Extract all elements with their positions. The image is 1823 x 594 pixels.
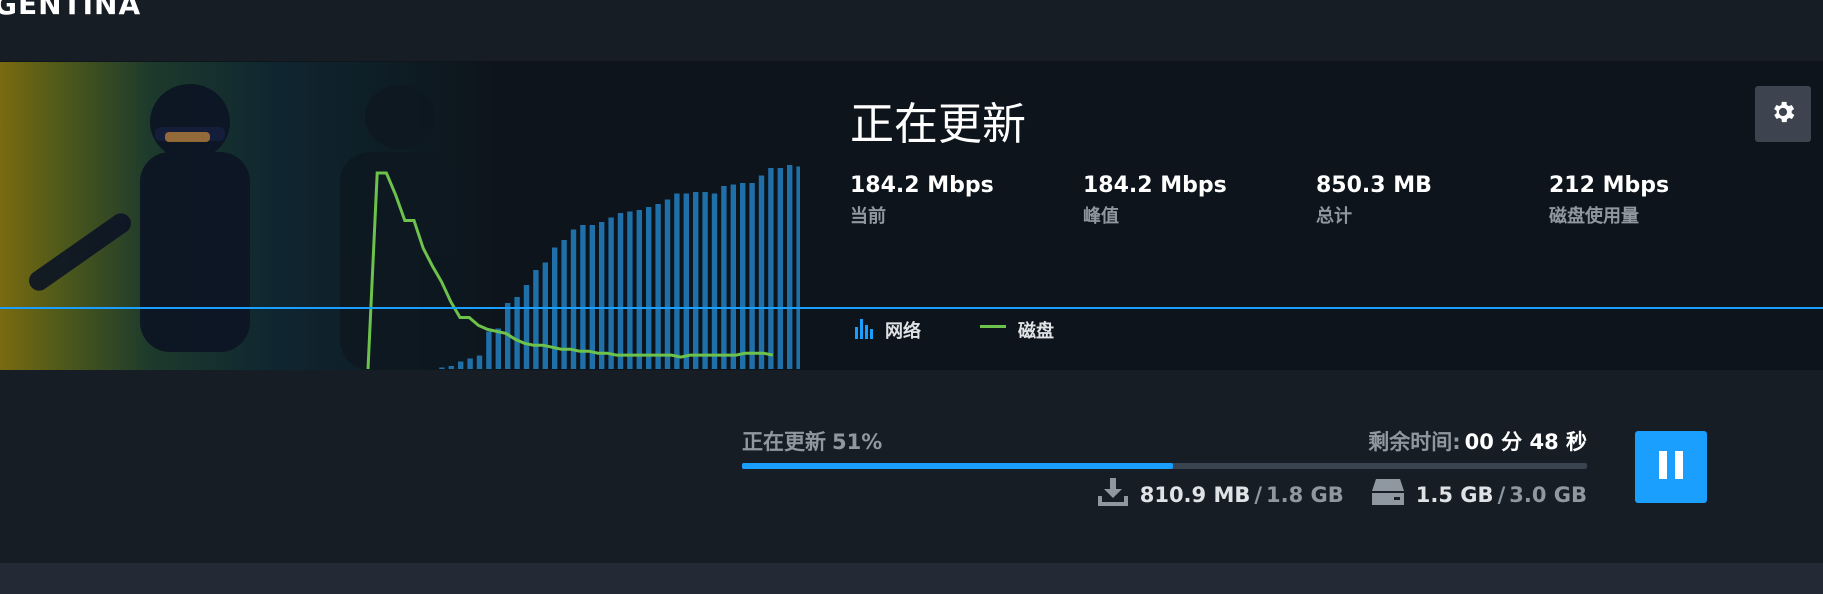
network-bar xyxy=(617,213,624,369)
disk-icon xyxy=(1371,479,1404,510)
settings-button[interactable] xyxy=(1755,86,1811,142)
network-bar xyxy=(655,204,661,369)
stat-peak: 184.2 Mbps 峰值 xyxy=(1083,173,1303,228)
top-bar: GENTINA xyxy=(0,0,1823,62)
stat-total-label: 总计 xyxy=(1316,206,1352,227)
disk-total: 3.0 GB xyxy=(1509,482,1587,507)
status-title: 正在更新 xyxy=(850,99,1026,150)
download-icon xyxy=(1097,478,1128,511)
network-bar xyxy=(608,217,614,369)
time-remaining: 剩余时间: 00 分 48 秒 xyxy=(1368,426,1587,456)
network-bar xyxy=(768,168,774,369)
network-bar xyxy=(758,175,765,369)
legend-network-label: 网络 xyxy=(885,320,921,342)
network-bar xyxy=(589,225,595,369)
gear-icon xyxy=(1769,98,1797,130)
stat-total-value: 850.3 MB xyxy=(1316,173,1432,198)
download-total: 1.8 GB xyxy=(1266,482,1344,507)
network-bar xyxy=(599,222,605,369)
network-bar xyxy=(787,165,793,369)
progress-label: 正在更新 51% xyxy=(742,426,882,456)
network-bar xyxy=(702,192,708,369)
network-bar xyxy=(646,207,652,369)
footer-bar xyxy=(0,563,1823,594)
network-bar xyxy=(664,199,671,369)
network-bar xyxy=(467,358,473,369)
network-bar xyxy=(495,328,501,369)
size-info: 810.9 MB / 1.8 GB 1.5 GB / 3.0 GB xyxy=(1097,478,1587,511)
download-graph xyxy=(366,165,800,370)
stat-disk-usage-label: 磁盘使用量 xyxy=(1549,206,1639,227)
network-bar xyxy=(476,355,483,369)
network-bar xyxy=(439,367,445,369)
progress-status: 正在更新 xyxy=(742,430,826,454)
network-bar xyxy=(683,193,689,369)
disk-line-icon xyxy=(980,315,1006,344)
network-bar xyxy=(777,168,783,369)
progress-bar xyxy=(742,463,1587,469)
stat-peak-label: 峰值 xyxy=(1083,206,1119,227)
network-bar xyxy=(730,184,736,369)
network-bar xyxy=(580,225,586,369)
graph-baseline xyxy=(0,307,1823,309)
stat-current-label: 当前 xyxy=(850,206,886,227)
stat-current-value: 184.2 Mbps xyxy=(850,173,994,198)
network-bar xyxy=(448,366,454,369)
progress-percent: 51% xyxy=(832,430,883,454)
stat-peak-value: 184.2 Mbps xyxy=(1083,173,1227,198)
disk-written-size: 1.5 GB xyxy=(1415,482,1494,507)
network-bar xyxy=(486,331,492,369)
stat-total: 850.3 MB 总计 xyxy=(1316,173,1536,228)
stat-disk-usage: 212 Mbps 磁盘使用量 xyxy=(1549,173,1769,228)
network-bar xyxy=(749,183,755,369)
game-title: GENTINA xyxy=(0,0,142,21)
time-remaining-label: 剩余时间: xyxy=(1368,430,1461,454)
download-panel: 正在更新 184.2 Mbps 当前 184.2 Mbps 峰值 850.3 M… xyxy=(0,62,1823,370)
legend-disk: 磁盘 xyxy=(980,315,1054,344)
pause-icon xyxy=(1657,449,1685,485)
stat-disk-usage-value: 212 Mbps xyxy=(1549,173,1670,198)
network-bar xyxy=(674,193,680,369)
network-bar xyxy=(636,210,642,369)
network-bar xyxy=(458,361,464,369)
pause-button[interactable] xyxy=(1635,431,1707,503)
legend-disk-label: 磁盘 xyxy=(1018,320,1054,342)
network-bar xyxy=(627,211,633,369)
legend-network: 网络 xyxy=(855,315,921,344)
network-bar xyxy=(693,192,699,369)
downloaded-size: 810.9 MB xyxy=(1139,482,1251,507)
disk-separator: / xyxy=(1497,482,1506,507)
network-bar xyxy=(542,262,548,369)
download-separator: / xyxy=(1254,482,1263,507)
network-bar xyxy=(523,285,530,369)
network-bar xyxy=(721,186,727,369)
network-bar xyxy=(796,166,800,369)
progress-bar-fill xyxy=(742,463,1173,469)
stat-current: 184.2 Mbps 当前 xyxy=(850,173,1070,228)
network-bar xyxy=(533,270,539,369)
time-remaining-value: 00 分 48 秒 xyxy=(1464,430,1587,454)
network-bars-icon xyxy=(855,315,873,344)
network-bar xyxy=(740,183,746,369)
network-bar xyxy=(711,193,718,369)
